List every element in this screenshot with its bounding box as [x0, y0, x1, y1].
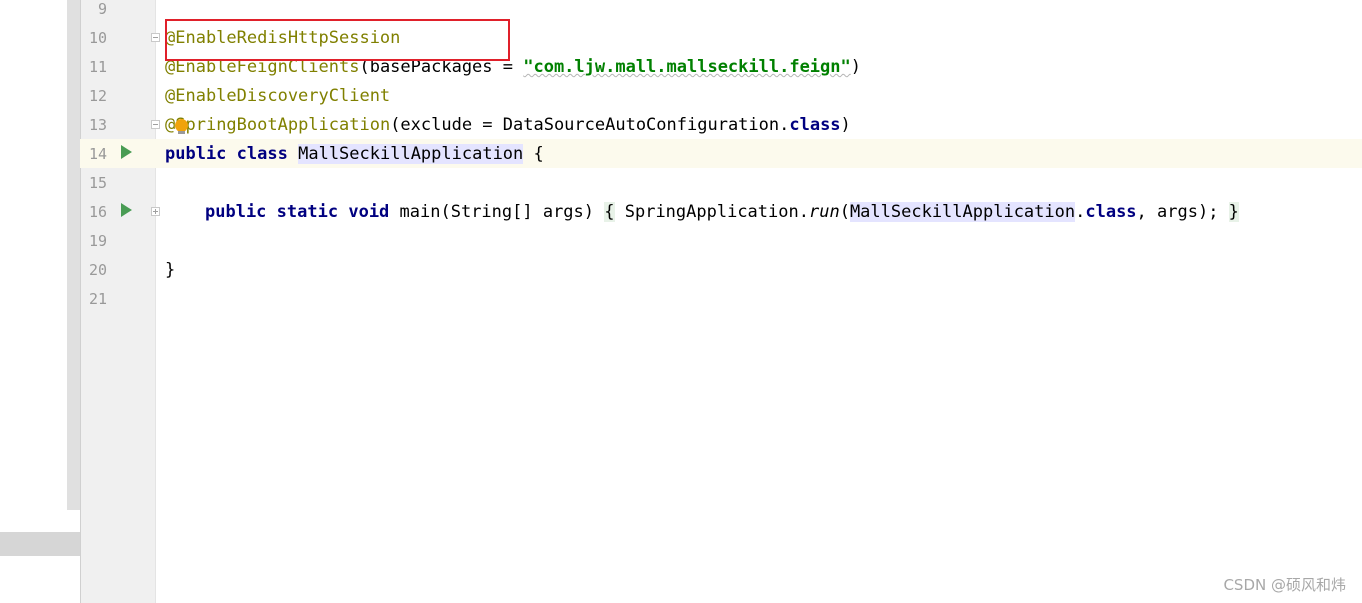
- line-number: 14: [88, 145, 107, 163]
- call-prefix: SpringApplication.: [614, 202, 809, 222]
- class-name: MallSeckillApplication: [298, 144, 524, 164]
- code-text: ): [850, 57, 861, 77]
- string-literal: "com.ljw.mall.mallseckill.feign": [523, 57, 851, 77]
- highlight-box: [165, 19, 510, 61]
- keyword-void: void: [348, 202, 390, 222]
- code-line-20: }: [165, 256, 175, 285]
- line-number: 13: [88, 116, 107, 134]
- line-number: 20: [88, 261, 107, 279]
- line-number: 21: [88, 290, 107, 308]
- horizontal-scrollbar[interactable]: [0, 532, 80, 556]
- line-number: 10: [88, 29, 107, 47]
- fold-collapse-icon[interactable]: [151, 33, 160, 42]
- intention-bulb-base: [178, 131, 185, 134]
- fold-expand-icon[interactable]: [151, 207, 160, 216]
- code-text: (exclude = DataSourceAutoConfiguration.: [390, 115, 790, 135]
- close-brace: }: [165, 260, 176, 280]
- dot: .: [1075, 202, 1086, 222]
- run-icon[interactable]: [121, 203, 132, 217]
- code-line-14: public class MallSeckillApplication {: [165, 140, 544, 169]
- folded-close-brace: }: [1228, 202, 1239, 222]
- class-reference: MallSeckillApplication: [849, 202, 1076, 222]
- run-icon[interactable]: [121, 145, 132, 159]
- code-line-16: public static void main(String[] args) {…: [205, 198, 1239, 227]
- annotation-enable-discovery-client: @EnableDiscoveryClient: [165, 86, 391, 106]
- line-number: 9: [97, 0, 107, 18]
- line-number: 11: [88, 58, 107, 76]
- code-text: ): [840, 115, 851, 135]
- line-number: 19: [88, 232, 107, 250]
- method-signature: main(String[] args): [399, 202, 605, 222]
- keyword-class: class: [236, 144, 288, 164]
- code-text: , args);: [1136, 202, 1229, 222]
- annotation-at-sign: @: [165, 115, 176, 135]
- keyword-class: class: [1085, 202, 1137, 222]
- keyword-public: public: [205, 202, 267, 222]
- folded-open-brace: {: [604, 202, 615, 222]
- line-number: 15: [88, 174, 107, 192]
- fold-collapse-icon[interactable]: [151, 120, 160, 129]
- code-line-13: @SpringBootApplication(exclude = DataSou…: [165, 111, 851, 140]
- keyword-class: class: [789, 115, 841, 135]
- keyword-public: public: [165, 144, 227, 164]
- code-line-12: @EnableDiscoveryClient: [165, 82, 390, 111]
- annotation-spring-boot-application: SpringBootApplication: [175, 115, 391, 135]
- method-run: run: [808, 202, 840, 222]
- paren: (: [839, 202, 850, 222]
- line-number: 12: [88, 87, 107, 105]
- line-number: 16: [88, 203, 107, 221]
- vertical-scrollbar[interactable]: [67, 0, 80, 510]
- watermark: CSDN @硕风和炜: [1223, 576, 1346, 594]
- keyword-static: static: [276, 202, 339, 222]
- open-brace: {: [533, 144, 544, 164]
- project-panel-edge: [0, 0, 67, 510]
- ide-window: 9 10 11 12 13 14 15 16 19 20 21 @EnableR…: [0, 0, 1362, 603]
